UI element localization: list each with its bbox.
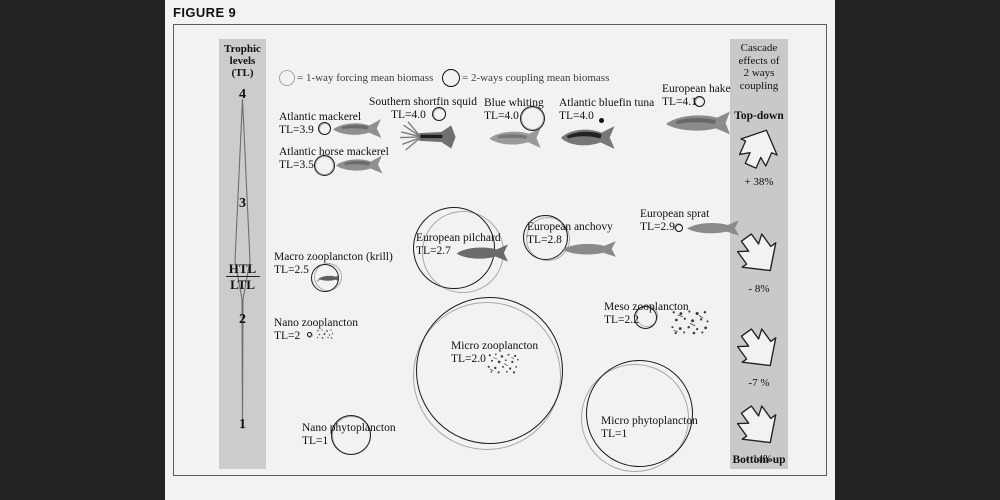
- species-tl: TL=2: [274, 330, 301, 342]
- species-tl: TL=2.2: [604, 314, 639, 326]
- species-label-blue-whiting: Blue whiting TL=4.0: [484, 97, 544, 123]
- legend-two-ways-label: = 2-ways coupling mean biomass: [462, 72, 610, 84]
- effect-percent: - 8%: [748, 283, 770, 295]
- species-label-nano-zooplancton: Nano zooplancton TL=2: [274, 317, 358, 343]
- tuna-silhouette-atlantic-bluefin-tuna: [560, 126, 615, 149]
- fish-silhouette-european-pilchard: [456, 244, 508, 262]
- cascade-title-line1: Cascade: [740, 42, 778, 54]
- figure-panel: Trophic levels (TL) 4 3 HTL LTL 2 1 = 1-…: [173, 24, 827, 476]
- species-label-southern-shortfin-squid: Southern shortfin squid TL=4.0: [369, 96, 477, 122]
- species-name: European anchovy: [527, 221, 613, 233]
- arrow-up-icon-effect-1: [738, 129, 778, 169]
- species-name: Atlantic bluefin tuna: [559, 97, 655, 109]
- species-tl: TL=3.5: [279, 159, 314, 171]
- legend-one-way-label: = 1-way forcing mean biomass: [297, 72, 434, 84]
- effect-percent: + 38%: [744, 176, 774, 188]
- species-name: Macro zooplancton (krill): [274, 251, 393, 263]
- trophic-title-line3: (TL): [231, 67, 254, 79]
- plankton-texture-micro-zooplancton: [486, 352, 520, 374]
- species-name: European hake: [662, 83, 731, 95]
- cascade-title-line2: effects of: [738, 54, 780, 67]
- arrow-down-icon-effect-3: [736, 328, 777, 367]
- arrow-down-icon-effect-2: [736, 233, 777, 272]
- trophic-level-3: 3: [239, 196, 246, 211]
- arrow-down-icon-effect-4: [736, 405, 777, 444]
- species-name: Atlantic mackerel: [279, 111, 362, 123]
- species-label-meso-zooplancton: Meso zooplancton TL=2.2: [604, 301, 689, 327]
- top-down-label: Top-down: [734, 110, 784, 122]
- species-label-micro-phytoplancton: Micro phytoplancton TL=1: [601, 415, 698, 441]
- species-name: Southern shortfin squid: [369, 96, 477, 108]
- trophic-title-line2: levels: [229, 55, 256, 67]
- cascade-effect-value-1: + 38%: [730, 172, 788, 190]
- black-circle-icon: [442, 69, 460, 87]
- species-name: Atlantic horse mackerel: [279, 146, 389, 158]
- effect-percent: -7 %: [748, 377, 770, 389]
- species-tl: TL=2.9: [640, 221, 675, 233]
- ltl-label: LTL: [230, 277, 255, 292]
- species-tl: TL=4.0: [559, 110, 594, 122]
- trophic-title-line1: Trophic: [224, 43, 261, 55]
- biomass-circle-2way-micro-phytoplancton: [586, 360, 693, 467]
- fish-silhouette-european-anchovy: [562, 241, 616, 257]
- cascade-title-line3: 2 ways: [743, 67, 775, 79]
- htl-label: HTL: [228, 261, 257, 276]
- species-tl: TL=1: [302, 435, 329, 447]
- htl-ltl-divider: HTL LTL: [219, 261, 266, 292]
- species-label-european-sprat: European sprat TL=2.9: [640, 208, 709, 234]
- trophic-level-2: 2: [239, 312, 246, 327]
- species-label-atlantic-bluefin-tuna: Atlantic bluefin tuna TL=4.0: [559, 97, 654, 123]
- species-label-nano-phytoplancton: Nano phytoplancton TL=1: [302, 422, 396, 448]
- species-name: Blue whiting: [484, 97, 544, 109]
- species-name: European sprat: [640, 208, 710, 220]
- species-tl: TL=4.0: [391, 109, 426, 121]
- cascade-title-line4: coupling: [739, 79, 779, 92]
- species-name: Meso zooplancton: [604, 301, 689, 313]
- squid-silhouette-southern-shortfin-squid: [399, 121, 456, 151]
- species-tl: TL=4.1: [662, 96, 697, 108]
- species-label-atlantic-mackerel: Atlantic mackerel TL=3.9: [279, 111, 361, 137]
- figure-label: FIGURE 9: [173, 5, 237, 20]
- species-tl: TL=3.9: [279, 124, 314, 136]
- species-label-european-hake: European hake TL=4.1: [662, 83, 731, 109]
- cascade-title: Cascade effects of 2 ways coupling: [730, 39, 788, 92]
- trophic-level-axis: Trophic levels (TL) 4 3 HTL LTL 2 1: [219, 39, 266, 469]
- species-name: Nano zooplancton: [274, 317, 358, 329]
- bottom-up-label: Bottom-up: [732, 454, 786, 466]
- species-tl: TL=4.0: [484, 110, 519, 122]
- cascade-effects-panel: Cascade effects of 2 ways coupling Top-d…: [730, 39, 788, 469]
- legend-one-way-forcing: = 1-way forcing mean biomass: [279, 70, 433, 86]
- trophic-level-1: 1: [239, 417, 246, 432]
- species-name: Micro phytoplancton: [601, 415, 698, 427]
- species-tl: TL=1: [601, 428, 628, 440]
- gray-circle-icon: [279, 70, 295, 86]
- figure-page: FIGURE 9 Trophic levels (TL) 4 3 HTL LTL…: [165, 0, 835, 500]
- species-label-atlantic-horse-mackerel: Atlantic horse mackerel TL=3.5: [279, 146, 389, 172]
- trophic-level-4: 4: [239, 87, 246, 102]
- cascade-effect-value-2: - 8%: [730, 279, 788, 297]
- cascade-effect-value-3: -7 %: [730, 373, 788, 391]
- krill-silhouette-macro-zooplancton: [316, 274, 339, 283]
- species-name: Nano phytoplancton: [302, 422, 396, 434]
- legend-two-ways-coupling: = 2-ways coupling mean biomass: [442, 69, 609, 87]
- fish-silhouette-european-hake: [666, 111, 730, 135]
- trophic-axis-title: Trophic levels (TL): [219, 39, 266, 79]
